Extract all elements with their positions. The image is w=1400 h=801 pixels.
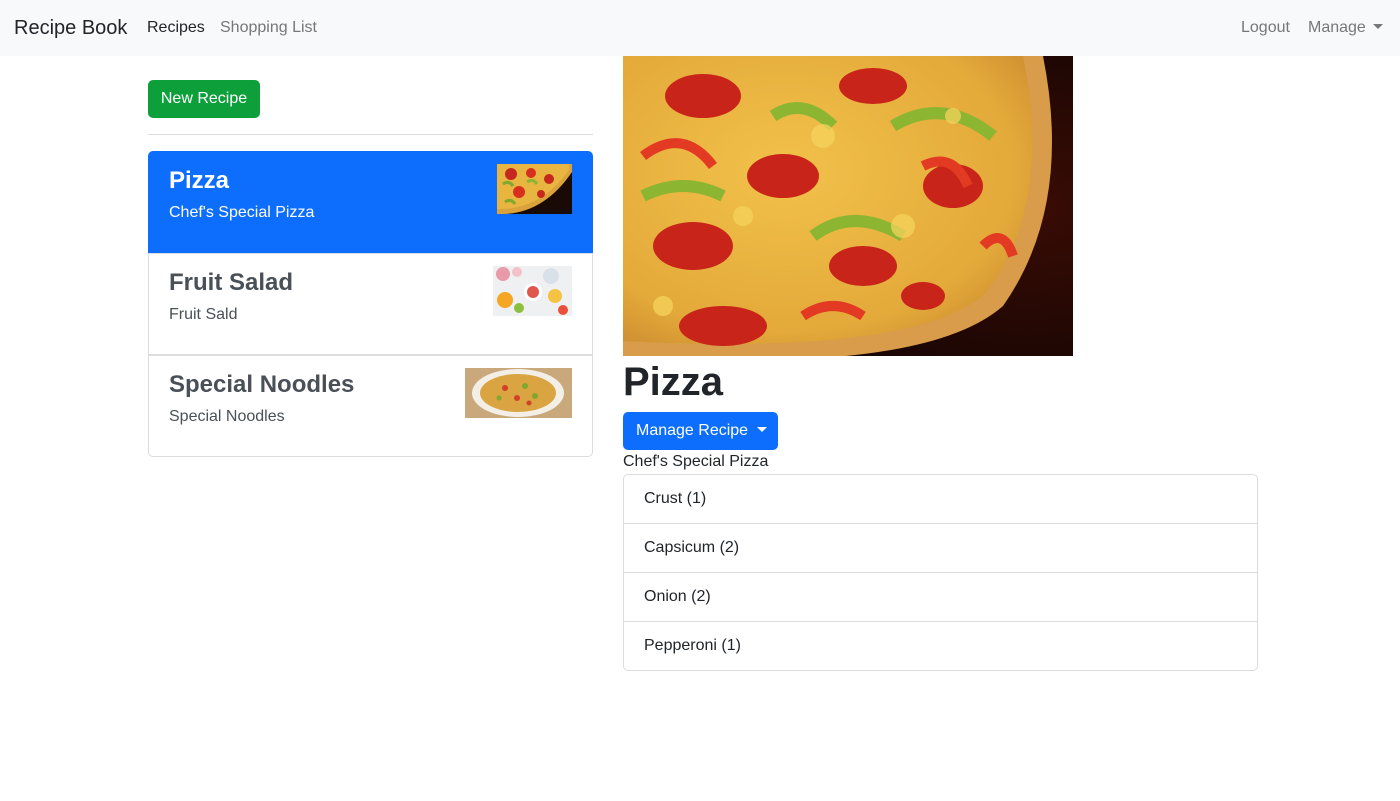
- recipe-item-special-noodles[interactable]: Special Noodles Special Noodles: [148, 355, 593, 457]
- recipe-item-description: Fruit Sald: [169, 306, 238, 323]
- chevron-down-icon: [1372, 24, 1383, 29]
- recipe-thumbnail: [497, 164, 572, 214]
- nav-link-shopping-list[interactable]: Shopping List: [220, 18, 317, 38]
- nav-link-recipes[interactable]: Recipes: [147, 18, 205, 38]
- manage-dropdown[interactable]: Manage: [1308, 18, 1383, 38]
- navbar: Recipe Book Recipes Shopping List Logout…: [0, 0, 1400, 56]
- logout-link[interactable]: Logout: [1241, 18, 1290, 38]
- manage-dropdown-label: Manage: [1308, 19, 1366, 36]
- ingredients-list: Crust (1) Capsicum (2) Onion (2) Peppero…: [623, 474, 1258, 671]
- ingredient-item[interactable]: Crust (1): [624, 475, 1257, 523]
- recipe-item-name: Pizza: [169, 167, 230, 194]
- recipe-item-pizza[interactable]: Pizza Chef's Special Pizza: [148, 151, 593, 253]
- chevron-down-icon: [757, 427, 768, 432]
- recipe-title: Pizza: [623, 360, 724, 404]
- recipe-thumbnail: [493, 266, 572, 316]
- recipe-item-name: Fruit Salad: [169, 269, 294, 296]
- ingredient-item[interactable]: Onion (2): [624, 572, 1257, 621]
- new-recipe-button[interactable]: New Recipe: [148, 80, 260, 118]
- manage-recipe-label: Manage Recipe: [636, 422, 749, 439]
- recipe-item-description: Chef's Special Pizza: [169, 204, 315, 221]
- recipe-description: Chef's Special Pizza: [623, 453, 769, 470]
- ingredient-item[interactable]: Pepperoni (1): [624, 621, 1257, 670]
- ingredient-item[interactable]: Capsicum (2): [624, 523, 1257, 572]
- recipe-item-fruit-salad[interactable]: Fruit Salad Fruit Sald: [148, 253, 593, 355]
- brand-link[interactable]: Recipe Book: [14, 15, 127, 41]
- recipe-thumbnail: [465, 368, 572, 418]
- recipe-item-name: Special Noodles: [169, 371, 355, 398]
- recipe-image: [623, 56, 1073, 356]
- recipe-item-description: Special Noodles: [169, 408, 285, 425]
- manage-recipe-button[interactable]: Manage Recipe: [623, 412, 778, 450]
- divider: [148, 134, 593, 135]
